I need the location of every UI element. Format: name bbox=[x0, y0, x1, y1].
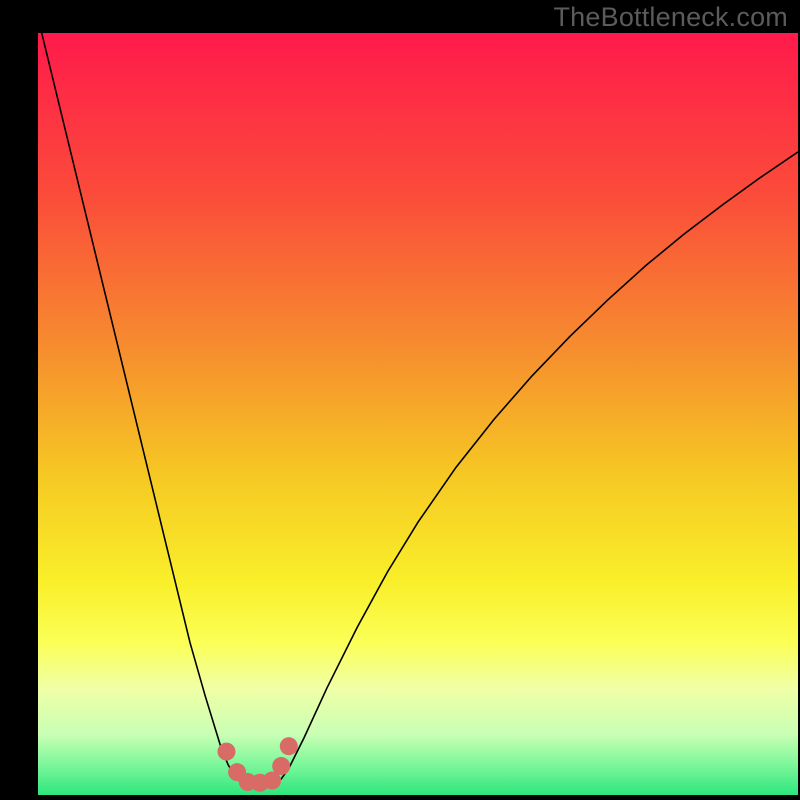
plot-svg bbox=[38, 33, 798, 795]
curve-marker bbox=[272, 757, 290, 775]
curve-marker bbox=[280, 737, 298, 755]
chart-frame: TheBottleneck.com bbox=[0, 0, 800, 800]
plot-area bbox=[38, 33, 798, 795]
curve-marker bbox=[217, 743, 235, 761]
watermark-text: TheBottleneck.com bbox=[553, 2, 788, 33]
plot-background bbox=[38, 33, 798, 795]
